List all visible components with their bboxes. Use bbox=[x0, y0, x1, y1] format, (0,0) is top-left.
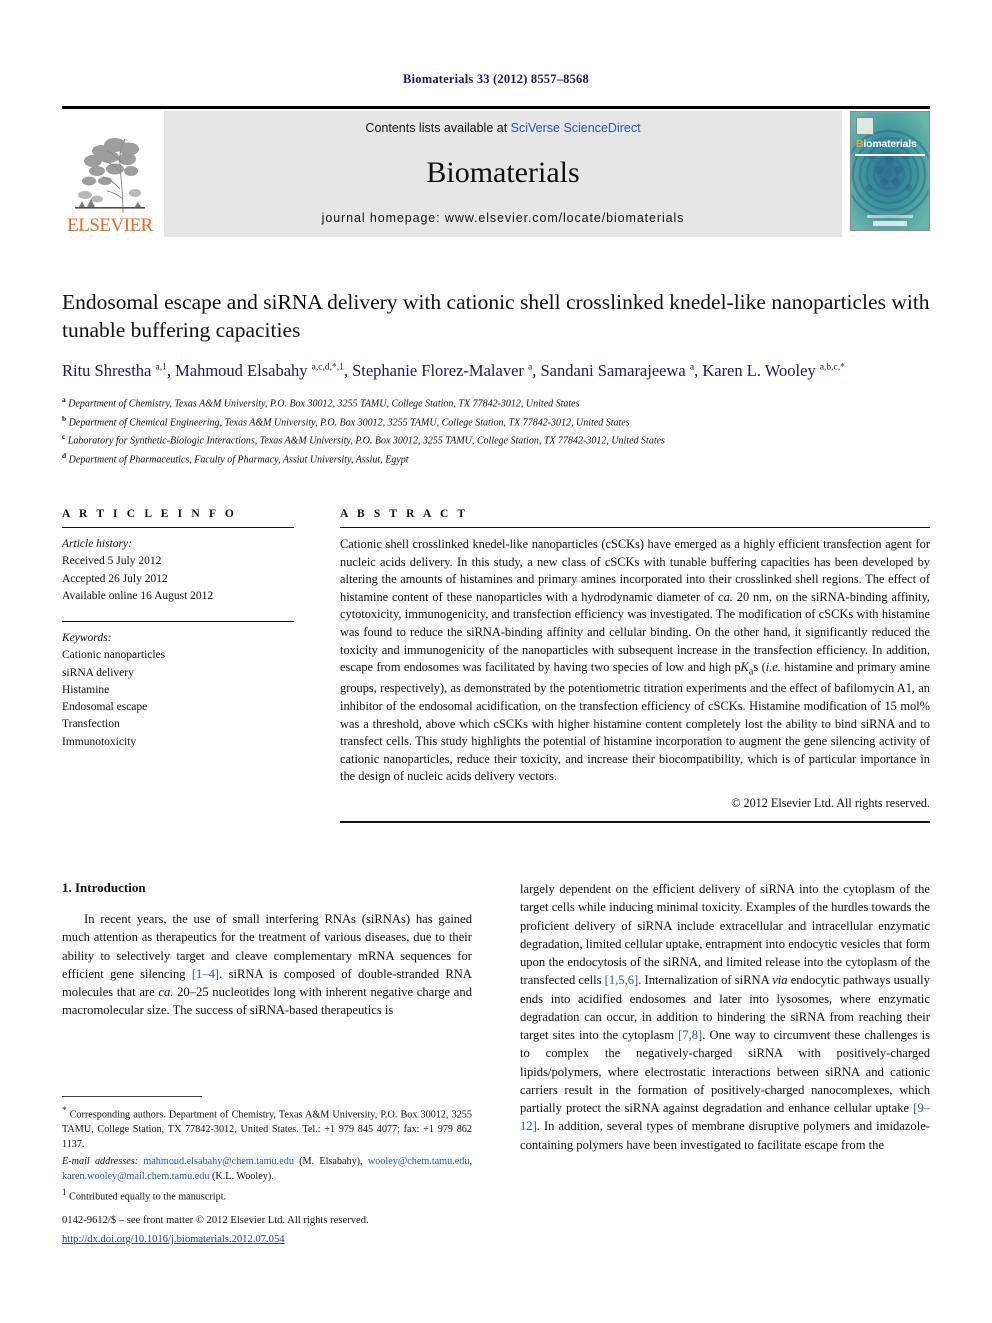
abstract-rule-bottom bbox=[340, 821, 930, 824]
affiliation-c: c Laboratory for Synthetic-Biologic Inte… bbox=[62, 432, 665, 447]
author-list: Ritu Shrestha a,1, Mahmoud Elsabahy a,c,… bbox=[62, 360, 845, 380]
article-info-column: A R T I C L E I N F O Article history: R… bbox=[62, 508, 294, 823]
elsevier-tree-icon bbox=[71, 129, 149, 215]
imprint-front-matter: 0142-9612/$ – see front matter © 2012 El… bbox=[62, 1215, 369, 1226]
elsevier-logo: ELSEVIER bbox=[62, 111, 158, 237]
abstract-heading: A B S T R A C T bbox=[340, 508, 469, 520]
abstract-copyright: © 2012 Elsevier Ltd. All rights reserved… bbox=[731, 796, 930, 811]
cover-publisher-badge bbox=[856, 117, 874, 135]
keyword-item: siRNA delivery bbox=[62, 666, 134, 679]
footnote-block: * Corresponding authors. Department of C… bbox=[62, 1096, 472, 1207]
keyword-item: Endosomal escape bbox=[62, 701, 148, 713]
running-head: Biomaterials 33 (2012) 8557–8568 bbox=[403, 72, 589, 86]
elsevier-wordmark: ELSEVIER bbox=[67, 215, 153, 236]
affiliation-list: a Department of Chemistry, Texas A&M Uni… bbox=[62, 394, 930, 468]
cover-footer-line-1 bbox=[867, 215, 913, 218]
keyword-item: Transfection bbox=[62, 718, 120, 731]
cover-title: Biomaterials bbox=[856, 138, 917, 150]
footnote-corresponding-author: * Corresponding authors. Department of C… bbox=[62, 1105, 472, 1150]
article-info-rule-mid bbox=[62, 621, 294, 622]
info-abstract-region: A R T I C L E I N F O Article history: R… bbox=[62, 508, 930, 824]
article-info-rule-top bbox=[62, 527, 294, 528]
affiliation-a: a Department of Chemistry, Texas A&M Uni… bbox=[62, 395, 580, 410]
history-received: Received 5 July 2012 bbox=[62, 555, 162, 568]
journal-article-page: Biomaterials 33 (2012) 8557–8568 ELSEVIE… bbox=[0, 0, 992, 1323]
abstract-body: Cationic shell crosslinked knedel-like n… bbox=[340, 537, 930, 784]
footnote-rule bbox=[62, 1096, 202, 1097]
contents-prefix: Contents lists available at bbox=[365, 121, 511, 135]
contents-banner: Contents lists available at SciVerse Sci… bbox=[164, 111, 842, 237]
journal-cover-thumbnail: Biomaterials bbox=[850, 111, 930, 231]
abstract-column: A B S T R A C T Cationic shell crosslink… bbox=[340, 508, 930, 824]
body-column-right: largely dependent on the efficient deliv… bbox=[520, 880, 930, 1154]
keyword-item: Immunotoxicity bbox=[62, 735, 137, 748]
affiliation-d: d Department of Pharmaceutics, Faculty o… bbox=[62, 450, 409, 466]
doi-link[interactable]: http://dx.doi.org/10.1016/j.biomaterials… bbox=[62, 1234, 285, 1245]
sciencedirect-link[interactable]: SciVerse ScienceDirect bbox=[511, 121, 641, 135]
contents-available-line: Contents lists available at SciVerse Sci… bbox=[365, 121, 640, 135]
section-heading-introduction: 1. Introduction bbox=[62, 880, 146, 895]
page-title: Endosomal escape and siRNA delivery with… bbox=[62, 290, 930, 343]
journal-title: Biomaterials bbox=[426, 156, 580, 189]
footnote-email-addresses: E-mail addresses: mahmoud.elsabahy@chem.… bbox=[62, 1155, 472, 1182]
history-accepted: Accepted 26 July 2012 bbox=[62, 572, 168, 585]
imprint-block: 0142-9612/$ – see front matter © 2012 El… bbox=[62, 1213, 482, 1248]
keywords-label: Keywords: bbox=[62, 632, 112, 644]
cover-footer-line-2 bbox=[873, 221, 907, 226]
keyword-item: Cationic nanoparticles bbox=[62, 649, 166, 662]
intro-paragraph-left: In recent years, the use of small interf… bbox=[62, 912, 472, 1018]
article-info-heading: A R T I C L E I N F O bbox=[62, 508, 237, 520]
journal-masthead: ELSEVIER Contents lists available at Sci… bbox=[62, 106, 930, 237]
title-block: Endosomal escape and siRNA delivery with… bbox=[62, 288, 930, 468]
intro-paragraph-right: largely dependent on the efficient deliv… bbox=[520, 882, 930, 1152]
abstract-rule-top bbox=[340, 527, 930, 528]
article-history-label: Article history: bbox=[62, 538, 132, 550]
history-available-online: Available online 16 August 2012 bbox=[62, 589, 214, 602]
keyword-item: Histamine bbox=[62, 683, 110, 696]
cover-divider bbox=[855, 154, 925, 156]
journal-homepage[interactable]: journal homepage: www.elsevier.com/locat… bbox=[322, 211, 685, 225]
affiliation-b: b Department of Chemical Engineering, Te… bbox=[62, 413, 630, 429]
footnote-contributed-equally: 1 Contributed equally to the manuscript. bbox=[62, 1187, 227, 1203]
